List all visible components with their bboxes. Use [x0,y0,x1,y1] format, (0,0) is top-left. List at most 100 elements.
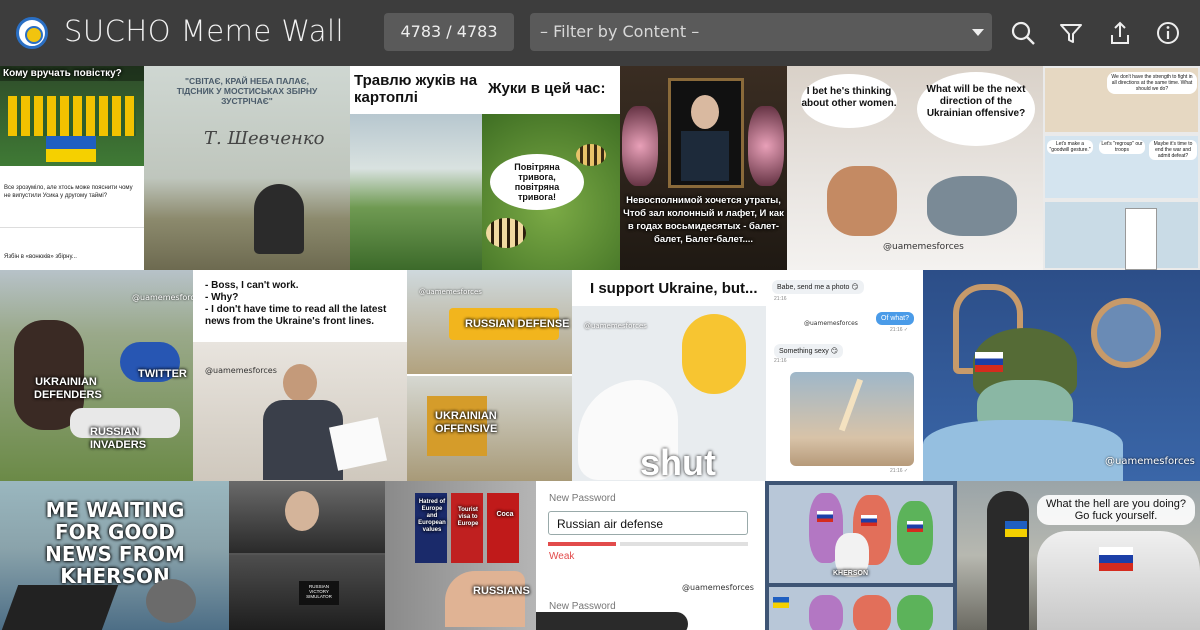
meme-tile-potato-beetles[interactable]: Травлю жуків на картоплі Жуки в цей час:… [350,66,620,270]
meme-tile-putin-funeral[interactable]: Невосполнимой хочется утраты, Чтоб зал к… [620,66,787,270]
info-icon [1157,22,1179,44]
meme-tile-shevchenko[interactable]: "СВІТАЄ, КРАЙ НЕБА ПАЛАЄ, ТІДСНИК У МОСТ… [144,66,350,270]
strength-bar-empty [620,542,748,546]
speech-bubble: What the hell are you doing? Go fuck you… [1037,495,1195,525]
kitten [146,579,196,623]
game-box: RUSSIAN VICTORY SIMULATOR [299,581,339,605]
meme-tile-trains[interactable]: RUSSIAN DEFENSE UKRAINIAN OFFENSIVE @uam… [407,270,572,481]
meme-tile-shut[interactable]: I support Ukraine, but... shut @uamemesf… [572,270,766,481]
russia-flag-icon [907,521,923,532]
meme-image-team [0,66,144,166]
meme-counter: 4783 / 4783 [384,13,514,51]
meme-label: TWITTER [138,368,187,380]
chevron-down-icon [972,29,984,36]
flowers [748,106,784,186]
portrait-frame [668,78,744,188]
filter-icon [1060,24,1082,43]
meme-label: Tourist visa to Europe [457,507,479,527]
meme-tile-thinking-about[interactable]: I bet he's thinking about other women. W… [787,66,1043,270]
window-building [1125,208,1157,270]
meme-tile-kherson-blobs[interactable]: KHERSON [765,481,957,630]
strength-bar-filled [548,542,616,546]
page-title: SUCHO Meme Wall [64,14,345,48]
watermark-handle: @uamemesforces [584,322,647,330]
search-icon [1011,21,1035,45]
portrait-face [691,95,719,129]
meme-caption: - Boss, I can't work. - Why? - I don't h… [205,280,387,327]
filter-select[interactable]: – Filter by Content – [530,13,992,51]
beetle-icon [576,144,606,166]
soda-button [487,493,519,563]
meme-label: RUSSIAN DEFENSE [465,318,570,330]
pinch-hand-icon [682,314,746,394]
meme-tile-car[interactable]: What the hell are you doing? Go fuck you… [957,481,1200,630]
upload-button[interactable] [1104,17,1136,49]
meme-tile-football-summons[interactable]: Кому вручать повістку? Все зрозуміло, ал… [0,66,144,270]
office-photo [193,342,407,481]
meme-tile-soda-machine[interactable]: Hatred of Europe and European values Tou… [385,481,536,630]
watermark-handle: @uamemesforces [682,583,754,592]
meme-tile-boss[interactable]: - Boss, I can't work. - Why? - I don't h… [193,270,407,481]
info-button[interactable] [1152,17,1184,49]
post-text-2: Язбін в «вонюків» збірну... [4,254,77,260]
rocket-icon [838,378,864,432]
russia-flag-icon [1099,547,1133,571]
face [285,491,319,531]
top-bar: SUCHO Meme Wall 4783 / 4783 – Filter by … [0,0,1200,66]
meme-tile-babe-photo[interactable]: Babe, send me a photo 😏 21:16 @uamemesfo… [766,270,923,481]
car [1037,531,1200,630]
blob [853,595,891,630]
meme-caption: Кому вручать повістку? [0,66,144,81]
team-players [8,96,136,136]
hand [445,571,525,627]
meme-tile-boardroom[interactable]: We don't have the strength to fight in a… [1043,66,1200,270]
chat-time: 21:16 [774,296,787,302]
filter-button[interactable] [1055,17,1087,49]
comic-bubble: Let's make a "goodwill gesture." [1047,140,1093,154]
beetle-icon [486,218,526,248]
soda-button [451,493,483,563]
field-label-2: New Password [549,601,616,612]
comic-bubble: Maybe it's time to end the war and admit… [1149,140,1197,160]
poet-figure [254,184,304,254]
blob [897,595,933,630]
chat-bubble: Something sexy 😏 [774,344,844,358]
speech-bubble: I bet he's thinking about other women. [801,74,897,128]
meme-tile-password[interactable]: New Password Russian air defense Weak @u… [536,481,765,630]
meme-label: UKRAINIAN DEFENDERS [34,376,102,401]
password-field: Russian air defense [548,511,748,535]
chat-time: 21:16 [774,358,787,364]
meme-caption-right: Жуки в цей час: [488,80,606,97]
meme-tile-squidward[interactable]: @uamemesforces [923,270,1200,481]
watermark-handle: @uamemesforces [419,288,482,296]
comic-panel [769,587,953,630]
speech-bubble: Повітряна тривога, повітряна тривога! [490,154,584,210]
meme-label: Hatred of Europe and European values [418,499,446,533]
comic-bubble: Let's "regroup" our troops [1099,140,1145,154]
comic-bubble: We don't have the strength to fight in a… [1107,72,1197,94]
blob [809,595,843,630]
chat-bubble-own: Of what? [876,312,915,325]
meme-label: RUSSIAN INVADERS [90,426,147,451]
meme-caption: I support Ukraine, but... [590,280,758,297]
meme-label: Coca [496,511,514,518]
ukraine-flag-icon [773,597,789,608]
upload-icon [1111,21,1129,44]
sucho-logo-icon[interactable] [16,17,48,49]
man-figure [987,491,1029,630]
meme-tile-defenders[interactable]: UKRAINIAN DEFENDERS TWITTER RUSSIAN INVA… [0,270,193,481]
chat-bubble: Babe, send me a photo 😏 [772,280,864,294]
papers [328,417,388,471]
meme-tile-kherson-waiting[interactable]: ME WAITING FOR GOOD NEWS FROM KHERSON [0,481,229,630]
comic-panel-bottom [1045,202,1198,270]
search-button[interactable] [1007,17,1039,49]
russia-flag-icon [975,352,1003,372]
man-figure [927,176,1017,236]
strength-text: Weak [549,551,575,562]
watermark-handle: @uamemesforces [804,320,858,327]
laptop [1,585,119,630]
floating-toolbar[interactable] [536,612,688,630]
logo-sunflower [25,26,43,44]
meme-tile-victory-simulator[interactable]: RUSSIAN VICTORY SIMULATOR [229,481,385,630]
blanket [923,420,1123,481]
